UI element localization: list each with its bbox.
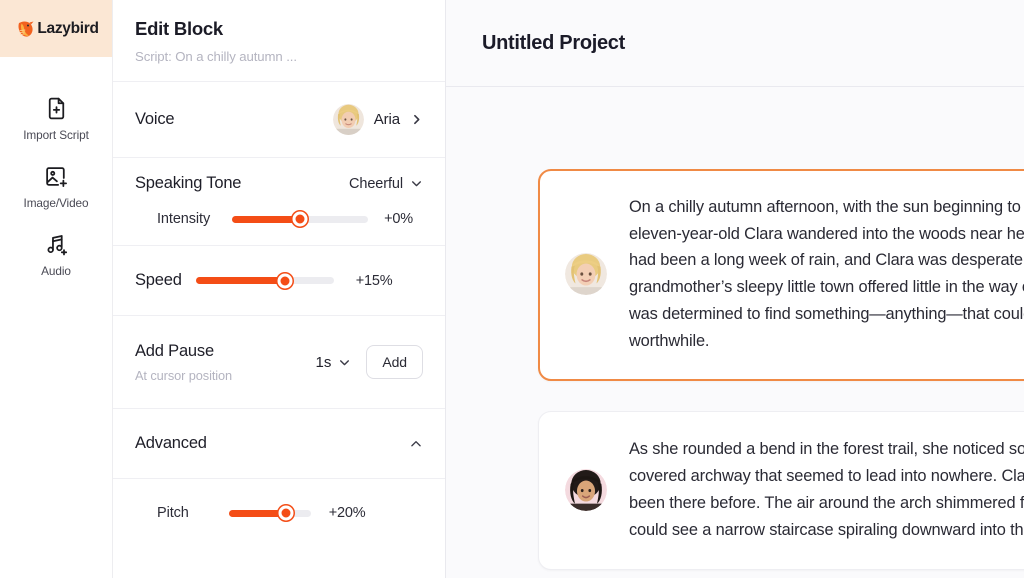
intensity-row: Intensity +0% (135, 211, 423, 227)
panel-title: Edit Block (135, 18, 423, 40)
avatar[interactable] (565, 469, 607, 511)
voice-name: Aria (374, 111, 400, 128)
brand-name: Lazybird (37, 20, 98, 38)
sidebar-item-label: Import Script (23, 128, 89, 142)
add-pause-row: Add Pause At cursor position 1s Add (113, 316, 445, 409)
intensity-label: Intensity (157, 211, 210, 227)
intensity-slider-thumb[interactable] (293, 212, 308, 227)
speaking-tone-row: Speaking Tone Cheerful (135, 174, 423, 193)
add-pause-labels: Add Pause At cursor position (135, 342, 232, 383)
pitch-slider-fill (229, 510, 286, 517)
chevron-right-icon (410, 113, 423, 126)
speaking-tone-select[interactable]: Cheerful (349, 176, 423, 192)
chevron-down-icon (410, 177, 423, 190)
pitch-slider[interactable] (229, 510, 311, 517)
add-pause-button[interactable]: Add (366, 345, 423, 379)
script-block[interactable]: On a chilly autumn afternoon, with the s… (538, 169, 1024, 381)
file-plus-icon (44, 96, 69, 121)
chevron-down-icon (338, 356, 351, 369)
chevron-up-icon[interactable] (409, 437, 423, 451)
add-pause-hint: At cursor position (135, 368, 232, 383)
app-root: Lazybird Import Script Image/Video (0, 0, 1024, 578)
pitch-value: +20% (329, 505, 366, 521)
speed-value: +15% (356, 273, 393, 289)
advanced-section-header[interactable]: Advanced (113, 409, 445, 479)
speed-slider[interactable] (196, 277, 334, 284)
avatar[interactable] (565, 253, 607, 295)
avatar (333, 104, 364, 135)
brand-logo[interactable]: Lazybird (0, 0, 112, 57)
pitch-slider-thumb[interactable] (279, 506, 294, 521)
speaking-tone-label: Speaking Tone (135, 174, 241, 193)
script-block-text[interactable]: On a chilly autumn afternoon, with the s… (629, 194, 1024, 354)
edit-block-panel: Edit Block Script: On a chilly autumn ..… (113, 0, 446, 578)
add-pause-label: Add Pause (135, 342, 232, 361)
script-block[interactable]: As she rounded a bend in the forest trai… (538, 411, 1024, 570)
advanced-label: Advanced (135, 434, 207, 453)
rail-item-list: Import Script Image/Video (0, 57, 112, 289)
speaking-tone-section: Speaking Tone Cheerful Intensity +0% (113, 158, 445, 246)
image-plus-icon (44, 164, 69, 189)
sidebar-item-import-script[interactable]: Import Script (0, 85, 112, 153)
pitch-label: Pitch (157, 505, 189, 521)
pitch-section: Pitch +20% (113, 479, 445, 541)
speed-row: Speed +15% (113, 246, 445, 316)
panel-subtitle: Script: On a chilly autumn ... (135, 49, 423, 64)
voice-value-group[interactable]: Aria (333, 104, 423, 135)
main-area: Untitled Project (446, 0, 1024, 578)
script-block-text[interactable]: As she rounded a bend in the forest trai… (629, 436, 1024, 543)
pause-duration-value: 1s (316, 354, 332, 371)
sidebar-item-label: Audio (41, 264, 71, 278)
script-canvas: On a chilly autumn afternoon, with the s… (446, 87, 1024, 578)
speed-label: Speed (135, 271, 182, 290)
voice-row[interactable]: Voice (113, 82, 445, 158)
pause-duration-select[interactable]: 1s (316, 354, 352, 371)
intensity-value: +0% (384, 211, 413, 227)
sidebar-item-image-video[interactable]: Image/Video (0, 153, 112, 221)
voice-label: Voice (135, 110, 174, 129)
speaking-tone-value: Cheerful (349, 176, 403, 192)
panel-header: Edit Block Script: On a chilly autumn ..… (113, 0, 445, 82)
bird-icon (17, 20, 34, 38)
add-pause-controls: 1s Add (316, 345, 423, 379)
main-header: Untitled Project (446, 0, 1024, 87)
page-title[interactable]: Untitled Project (482, 32, 625, 55)
pitch-row: Pitch +20% (135, 505, 423, 521)
speed-slider-thumb[interactable] (278, 273, 293, 288)
left-rail: Lazybird Import Script Image/Video (0, 0, 113, 578)
sidebar-item-audio[interactable]: Audio (0, 221, 112, 289)
sidebar-item-label: Image/Video (24, 196, 89, 210)
speed-slider-fill (196, 277, 286, 284)
intensity-slider-fill (232, 216, 300, 223)
intensity-slider[interactable] (232, 216, 368, 223)
music-note-plus-icon (44, 232, 69, 257)
